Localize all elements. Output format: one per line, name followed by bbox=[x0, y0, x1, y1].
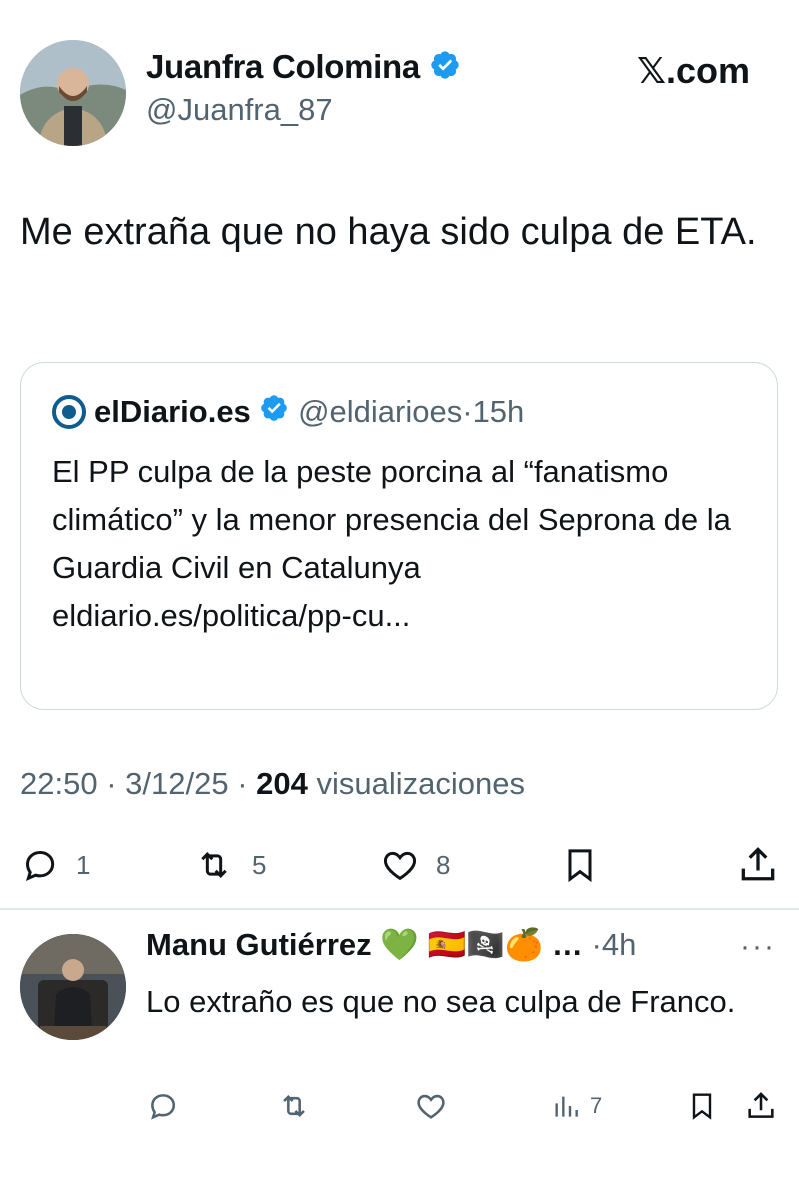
meta-separator: · bbox=[106, 766, 117, 801]
views-count: 204 bbox=[256, 766, 308, 801]
reply-header: Manu Gutiérrez 💚 🇪🇸🏴‍☠️🍊 … ·4h bbox=[146, 926, 636, 963]
quoted-verified-badge-icon bbox=[259, 393, 289, 431]
x-logo: 𝕏.com bbox=[637, 50, 751, 91]
tweet-meta: 22:50 · 3/12/25 · 204 visualizaciones bbox=[20, 766, 525, 802]
reply-bookmark-button[interactable] bbox=[686, 1086, 718, 1126]
like-button[interactable]: 8 bbox=[380, 840, 450, 890]
author-handle[interactable]: @Juanfra_87 bbox=[146, 92, 333, 128]
reply-views-count: 7 bbox=[590, 1093, 603, 1118]
author-name-row[interactable]: Juanfra Colomina bbox=[146, 48, 461, 89]
reply-button[interactable]: 1 bbox=[20, 840, 90, 890]
tweet-time[interactable]: 22:50 bbox=[20, 766, 98, 801]
quoted-author-handle[interactable]: @eldiarioes bbox=[298, 394, 462, 429]
analytics-icon bbox=[555, 1096, 578, 1117]
retweet-count: 5 bbox=[252, 849, 267, 880]
reply-count: 1 bbox=[76, 849, 91, 880]
retweet-icon bbox=[283, 1094, 305, 1118]
eldiario-logo-icon bbox=[52, 394, 86, 429]
meta-separator: · bbox=[237, 766, 248, 801]
quoted-tweet-text: El PP culpa de la peste porcina al “fana… bbox=[52, 454, 731, 585]
verified-badge-icon bbox=[429, 49, 461, 89]
reply-like-button[interactable] bbox=[414, 1086, 448, 1126]
quoted-author-name[interactable]: elDiario.es bbox=[94, 394, 251, 429]
quoted-separator: · bbox=[462, 393, 473, 429]
reply-time[interactable]: 4h bbox=[602, 927, 636, 962]
retweet-button[interactable]: 5 bbox=[192, 840, 266, 890]
quoted-time[interactable]: 15h bbox=[473, 394, 525, 429]
tweet-text: Me extraña que no haya sido culpa de ETA… bbox=[20, 211, 757, 253]
reply-author-avatar[interactable] bbox=[20, 934, 126, 1040]
share-icon bbox=[748, 1092, 774, 1118]
reply-text: Lo extraño es que no sea culpa de Franco… bbox=[146, 984, 736, 1019]
reply-share-button[interactable] bbox=[744, 1086, 778, 1126]
reply-reply-button[interactable] bbox=[146, 1086, 180, 1126]
reply-actions: 7 bbox=[146, 1086, 786, 1126]
quoted-tweet-body: El PP culpa de la peste porcina al “fana… bbox=[52, 448, 752, 640]
author-name[interactable]: Juanfra Colomina bbox=[146, 48, 420, 85]
quoted-tweet-link[interactable]: eldiario.es/politica/pp-cu... bbox=[52, 592, 752, 640]
tweet-date[interactable]: 3/12/25 bbox=[125, 766, 228, 801]
reply-name-emojis: 💚 🇪🇸🏴‍☠️🍊 bbox=[380, 927, 544, 962]
retweet-icon bbox=[201, 852, 227, 878]
reply-views-button[interactable]: 7 bbox=[550, 1086, 602, 1126]
reply-retweet-button[interactable] bbox=[276, 1086, 312, 1126]
tweet-actions: 1 5 8 bbox=[20, 840, 780, 890]
author-avatar[interactable] bbox=[20, 40, 126, 146]
reply-name-ellipsis: … bbox=[551, 927, 583, 962]
quoted-tweet-header: elDiario.es @eldiarioes·15h bbox=[52, 392, 524, 431]
reply-icon bbox=[25, 850, 55, 881]
bookmark-icon bbox=[692, 1093, 712, 1120]
share-button[interactable] bbox=[736, 840, 780, 890]
reply-separator: · bbox=[591, 927, 602, 962]
reply-author-name[interactable]: Manu Gutiérrez bbox=[146, 927, 372, 962]
reply-icon bbox=[151, 1094, 176, 1120]
share-icon bbox=[741, 847, 775, 881]
like-count: 8 bbox=[436, 849, 451, 880]
divider bbox=[0, 908, 799, 910]
views-label: visualizaciones bbox=[316, 766, 526, 801]
more-options-icon[interactable]: ··· bbox=[740, 930, 776, 964]
bookmark-icon bbox=[568, 849, 592, 883]
heart-icon bbox=[383, 851, 417, 881]
bookmark-button[interactable] bbox=[560, 840, 600, 890]
heart-icon bbox=[417, 1094, 445, 1119]
